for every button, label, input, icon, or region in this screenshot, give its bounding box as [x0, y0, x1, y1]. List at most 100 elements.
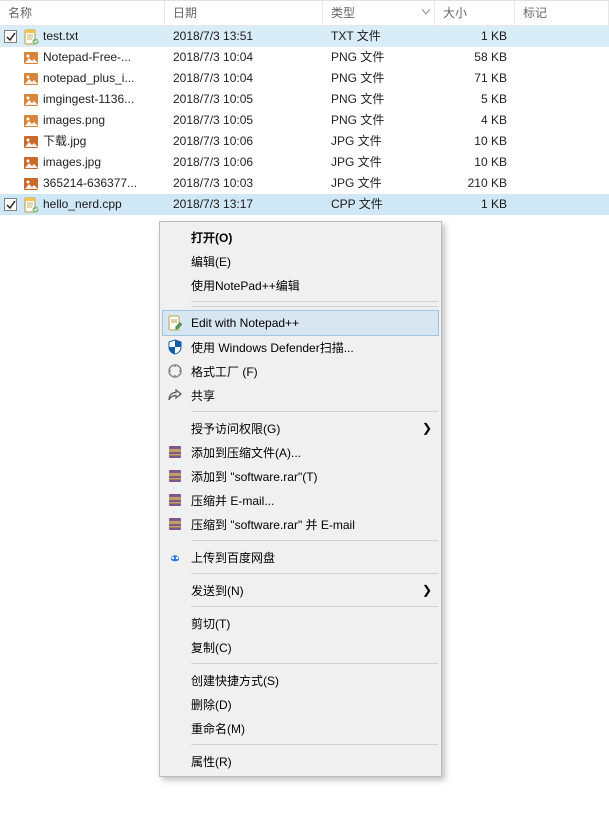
menu-item[interactable]: 重命名(M)	[161, 716, 440, 740]
file-type: CPP 文件	[323, 194, 435, 215]
file-size: 10 KB	[435, 152, 515, 173]
checkbox[interactable]	[4, 30, 17, 43]
checkbox[interactable]	[4, 72, 17, 85]
menu-item[interactable]: 添加到压缩文件(A)...	[161, 440, 440, 464]
menu-item-label: 上传到百度网盘	[191, 549, 418, 566]
menu-item-label: 剪切(T)	[191, 615, 418, 632]
file-row[interactable]: test.txt2018/7/3 13:51TXT 文件1 KB	[0, 26, 609, 47]
file-size: 1 KB	[435, 26, 515, 47]
checkbox[interactable]	[4, 93, 17, 106]
menu-item[interactable]: 删除(D)	[161, 692, 440, 716]
menu-item-label: 共享	[191, 387, 418, 404]
menu-icon-none	[165, 580, 185, 600]
column-header-name[interactable]: 名称	[0, 1, 165, 25]
menu-icon-none	[165, 275, 185, 295]
file-date: 2018/7/3 13:51	[165, 26, 323, 47]
file-tags	[515, 68, 609, 89]
menu-item[interactable]: 打开(O)	[161, 225, 440, 249]
file-icon	[23, 113, 39, 129]
menu-icon-none	[165, 670, 185, 690]
file-rows: test.txt2018/7/3 13:51TXT 文件1 KBNotepad-…	[0, 26, 609, 215]
share-icon	[165, 385, 185, 405]
file-size: 5 KB	[435, 89, 515, 110]
file-row[interactable]: 365214-636377...2018/7/3 10:03JPG 文件210 …	[0, 173, 609, 194]
checkbox[interactable]	[4, 156, 17, 169]
file-type: JPG 文件	[323, 173, 435, 194]
file-icon	[23, 92, 39, 108]
file-size: 210 KB	[435, 173, 515, 194]
file-size: 1 KB	[435, 194, 515, 215]
file-name: 下载.jpg	[43, 131, 86, 152]
menu-item[interactable]: 编辑(E)	[161, 249, 440, 273]
file-icon	[23, 71, 39, 87]
chevron-down-icon	[422, 9, 430, 15]
npp-icon	[165, 313, 185, 333]
file-date: 2018/7/3 10:03	[165, 173, 323, 194]
file-tags	[515, 47, 609, 68]
file-icon	[23, 155, 39, 171]
menu-item[interactable]: 压缩到 "software.rar" 并 E-mail	[161, 512, 440, 536]
file-row[interactable]: hello_nerd.cpp2018/7/3 13:17CPP 文件1 KB	[0, 194, 609, 215]
file-name: Notepad-Free-...	[43, 47, 131, 68]
file-type: TXT 文件	[323, 26, 435, 47]
menu-item[interactable]: 上传到百度网盘	[161, 545, 440, 569]
checkbox[interactable]	[4, 177, 17, 190]
file-icon	[23, 50, 39, 66]
file-row[interactable]: Notepad-Free-...2018/7/3 10:04PNG 文件58 K…	[0, 47, 609, 68]
menu-item[interactable]: 复制(C)	[161, 635, 440, 659]
menu-item[interactable]: 剪切(T)	[161, 611, 440, 635]
menu-item-label: 复制(C)	[191, 639, 418, 656]
menu-icon-none	[165, 613, 185, 633]
file-tags	[515, 110, 609, 131]
menu-item[interactable]: 添加到 "software.rar"(T)	[161, 464, 440, 488]
menu-item[interactable]: 压缩并 E-mail...	[161, 488, 440, 512]
column-header-size[interactable]: 大小	[435, 1, 515, 25]
checkbox[interactable]	[4, 198, 17, 211]
column-header-tags[interactable]: 标记	[515, 1, 609, 25]
file-name: imgingest-1136...	[43, 89, 134, 110]
menu-item-label: 添加到压缩文件(A)...	[191, 444, 418, 461]
file-row[interactable]: images.png2018/7/3 10:05PNG 文件4 KB	[0, 110, 609, 131]
column-header-type-label: 类型	[331, 6, 355, 20]
file-tags	[515, 173, 609, 194]
menu-item[interactable]: 创建快捷方式(S)	[161, 668, 440, 692]
menu-icon-none	[165, 227, 185, 247]
column-header-date[interactable]: 日期	[165, 1, 323, 25]
menu-separator	[191, 663, 438, 664]
checkbox[interactable]	[4, 51, 17, 64]
menu-separator	[191, 540, 438, 541]
menu-item[interactable]: 使用 Windows Defender扫描...	[161, 335, 440, 359]
submenu-arrow-icon: ❯	[418, 421, 432, 435]
menu-item[interactable]: 属性(R)	[161, 749, 440, 773]
menu-item[interactable]: 格式工厂 (F)	[161, 359, 440, 383]
file-type: PNG 文件	[323, 47, 435, 68]
menu-separator	[191, 606, 438, 607]
file-row[interactable]: notepad_plus_i...2018/7/3 10:04PNG 文件71 …	[0, 68, 609, 89]
menu-item-label: 压缩到 "software.rar" 并 E-mail	[191, 516, 418, 533]
file-tags	[515, 152, 609, 173]
rar-icon	[165, 490, 185, 510]
menu-item[interactable]: Edit with Notepad++	[162, 310, 439, 336]
file-type: JPG 文件	[323, 152, 435, 173]
file-row[interactable]: imgingest-1136...2018/7/3 10:05PNG 文件5 K…	[0, 89, 609, 110]
menu-item[interactable]: 共享	[161, 383, 440, 407]
menu-item[interactable]: 使用NotePad++编辑	[161, 273, 440, 297]
checkbox[interactable]	[4, 114, 17, 127]
file-date: 2018/7/3 10:04	[165, 47, 323, 68]
file-tags	[515, 131, 609, 152]
file-row[interactable]: images.jpg2018/7/3 10:06JPG 文件10 KB	[0, 152, 609, 173]
menu-item[interactable]: 授予访问权限(G)❯	[161, 416, 440, 440]
file-row[interactable]: 下载.jpg2018/7/3 10:06JPG 文件10 KB	[0, 131, 609, 152]
file-size: 4 KB	[435, 110, 515, 131]
column-header-type[interactable]: 类型	[323, 1, 435, 25]
menu-item-label: 打开(O)	[191, 229, 418, 246]
file-type: PNG 文件	[323, 110, 435, 131]
menu-item-label: 授予访问权限(G)	[191, 420, 418, 437]
context-menu: 打开(O) 编辑(E)使用NotePad++编辑 Edit with Notepad…	[159, 221, 442, 777]
checkbox[interactable]	[4, 135, 17, 148]
menu-item[interactable]: 发送到(N)❯	[161, 578, 440, 602]
menu-separator	[191, 411, 438, 412]
rar-icon	[165, 466, 185, 486]
menu-separator	[191, 301, 438, 302]
menu-item-label: 使用 Windows Defender扫描...	[191, 339, 418, 356]
